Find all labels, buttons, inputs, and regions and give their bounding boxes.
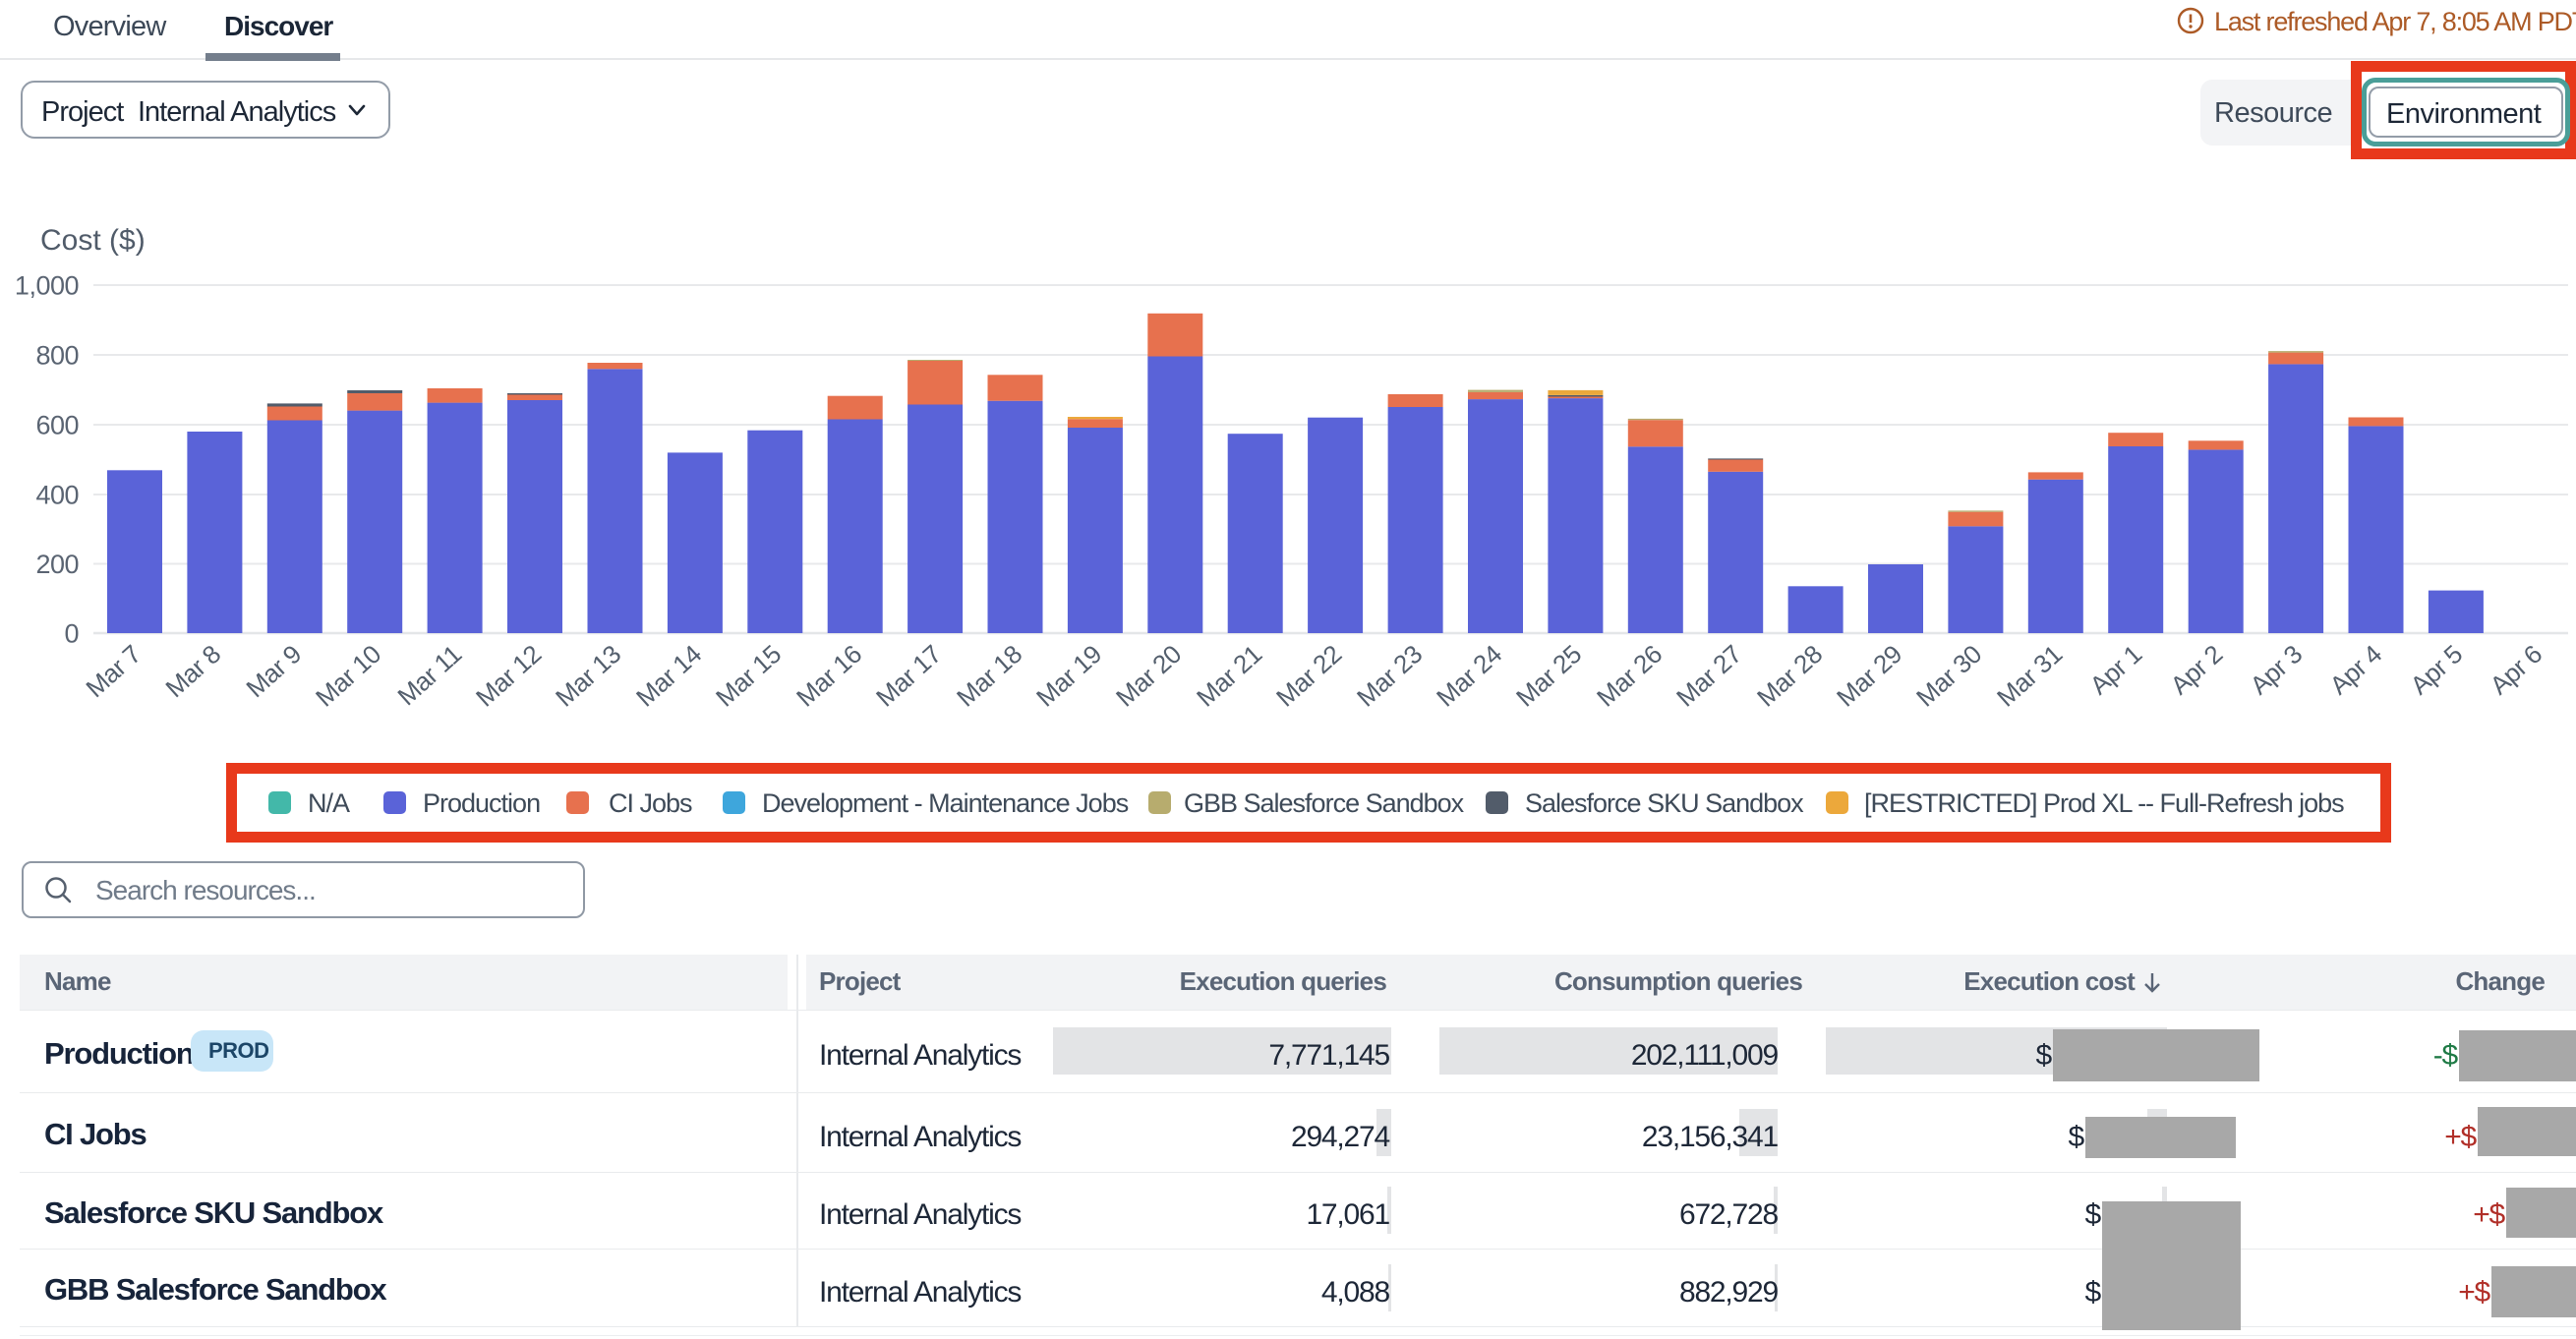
svg-text:Mar 12: Mar 12: [470, 639, 547, 708]
svg-text:Mar 25: Mar 25: [1510, 639, 1587, 708]
svg-text:Mar 21: Mar 21: [1191, 639, 1267, 708]
svg-text:Mar 8: Mar 8: [159, 639, 226, 703]
svg-text:Mar 30: Mar 30: [1910, 639, 1987, 708]
svg-text:Apr 3: Apr 3: [2245, 639, 2308, 700]
svg-text:Apr 4: Apr 4: [2324, 639, 2387, 700]
svg-text:Mar 20: Mar 20: [1110, 639, 1187, 708]
svg-text:Mar 10: Mar 10: [310, 639, 386, 708]
svg-text:Apr 1: Apr 1: [2084, 639, 2147, 700]
svg-text:Mar 15: Mar 15: [710, 639, 787, 708]
svg-text:Mar 26: Mar 26: [1591, 639, 1668, 708]
svg-text:800: 800: [35, 341, 79, 371]
svg-text:Mar 9: Mar 9: [240, 639, 307, 703]
svg-text:Mar 31: Mar 31: [1991, 639, 2068, 708]
svg-text:Mar 13: Mar 13: [550, 639, 626, 708]
svg-text:Mar 28: Mar 28: [1751, 639, 1828, 708]
svg-text:1,000: 1,000: [15, 271, 79, 301]
svg-text:Mar 22: Mar 22: [1270, 639, 1347, 708]
svg-text:Mar 17: Mar 17: [870, 639, 947, 708]
svg-text:Mar 23: Mar 23: [1351, 639, 1428, 708]
svg-text:Mar 16: Mar 16: [790, 639, 867, 708]
svg-text:200: 200: [35, 550, 79, 579]
svg-text:Apr 5: Apr 5: [2405, 639, 2468, 700]
svg-text:Mar 7: Mar 7: [80, 639, 146, 703]
svg-text:Apr 6: Apr 6: [2485, 639, 2547, 700]
svg-text:Mar 24: Mar 24: [1431, 639, 1507, 708]
svg-text:Mar 18: Mar 18: [951, 639, 1027, 708]
svg-text:400: 400: [35, 481, 79, 510]
svg-text:600: 600: [35, 411, 79, 440]
svg-text:Mar 27: Mar 27: [1670, 639, 1747, 708]
svg-text:Mar 11: Mar 11: [391, 639, 467, 708]
svg-text:Apr 2: Apr 2: [2165, 639, 2228, 700]
svg-text:Mar 29: Mar 29: [1831, 639, 1907, 708]
svg-text:Mar 19: Mar 19: [1030, 639, 1107, 708]
svg-text:Mar 14: Mar 14: [630, 639, 707, 708]
svg-text:0: 0: [64, 619, 79, 649]
